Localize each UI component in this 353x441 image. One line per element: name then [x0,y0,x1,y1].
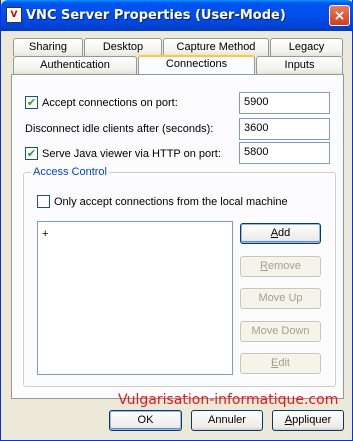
java-viewer-row[interactable]: ✔ Serve Java viewer via HTTP on port: [25,147,221,160]
local-only-row[interactable]: Only accept connections from the local m… [37,195,288,208]
idle-timeout-label: Disconnect idle clients after (seconds): [25,123,214,135]
list-item[interactable]: + [42,228,48,240]
java-viewer-label: Serve Java viewer via HTTP on port: [42,147,221,160]
button-label-suffix: emove [267,260,301,272]
access-rules-list[interactable]: + [37,221,233,375]
idle-timeout-row: Disconnect idle clients after (seconds): [25,123,213,135]
button-label-suffix: dd [278,227,291,239]
checkmark-icon: ✔ [26,147,37,160]
accept-port-input[interactable]: 5900 [239,92,330,114]
idle-timeout-input[interactable]: 3600 [239,118,330,140]
access-control-label: Access Control [31,166,109,178]
move-up-button[interactable]: Move Up [240,288,321,309]
watermark-text: Vulgarisation-informatique.com [118,392,339,408]
remove-button[interactable]: Remove [240,256,321,277]
accelerator-key: A [270,227,279,239]
local-only-label: Only accept connections from the local m… [54,195,288,208]
java-viewer-checkbox[interactable]: ✔ [25,147,38,160]
accept-connections-checkbox[interactable]: ✔ [25,96,38,109]
local-only-checkbox[interactable] [37,195,50,208]
accept-connections-label: Accept connections on port: [42,96,178,109]
button-label-suffix: dit [278,357,290,369]
checkmark-icon: ✔ [26,96,37,109]
accept-connections-row[interactable]: ✔ Accept connections on port: [25,96,178,109]
java-port-input[interactable]: 5800 [239,142,330,164]
add-button[interactable]: Add [240,223,321,244]
move-down-button[interactable]: Move Down [240,321,321,342]
vnc-properties-window: V VNC Server Properties (User-Mode) × Sh… [0,0,353,441]
accelerator-key: R [260,260,268,272]
panel-content: ✔ Accept connections on port: 5900 Disco… [1,0,353,441]
edit-button[interactable]: Edit [240,353,321,374]
